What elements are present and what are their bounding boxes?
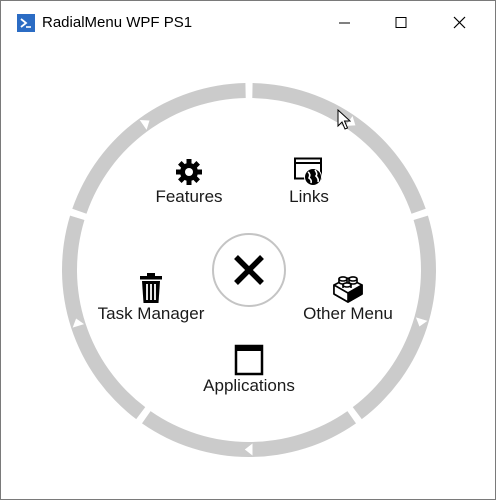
- minimize-button[interactable]: [321, 1, 367, 45]
- menu-item-applications[interactable]: Applications: [194, 344, 304, 396]
- menu-item-other-menu[interactable]: Other Menu: [293, 272, 403, 324]
- close-icon: [453, 16, 466, 29]
- menu-item-links[interactable]: Links: [269, 157, 349, 207]
- menu-item-features[interactable]: Features: [144, 157, 234, 207]
- web-globe-icon: [294, 157, 322, 186]
- maximize-icon: [395, 17, 407, 28]
- menu-item-label: Task Manager: [97, 304, 205, 323]
- close-button[interactable]: [437, 1, 483, 45]
- close-x-icon: [234, 255, 264, 285]
- close-menu-button[interactable]: [212, 233, 286, 307]
- radial-menu-area: Features Links Task Manager Other Menu A…: [1, 45, 495, 499]
- menu-item-task-manager[interactable]: Task Manager: [91, 272, 211, 324]
- window-title: RadialMenu WPF PS1: [42, 14, 193, 31]
- menu-item-label: Links: [289, 187, 329, 206]
- window-icon: [234, 344, 264, 376]
- minimize-icon: [339, 22, 350, 24]
- trash-icon: [140, 273, 162, 303]
- title-bar[interactable]: RadialMenu WPF PS1: [1, 1, 495, 45]
- mouse-pointer-icon: [337, 109, 351, 130]
- powershell-icon: [17, 14, 35, 32]
- gear-icon: [176, 159, 202, 185]
- app-window: RadialMenu WPF PS1 Features Links Task M…: [0, 0, 496, 500]
- lego-brick-icon: [333, 276, 363, 303]
- menu-item-label: Applications: [203, 376, 295, 395]
- menu-item-label: Features: [155, 187, 223, 206]
- menu-item-label: Other Menu: [303, 304, 393, 323]
- maximize-button[interactable]: [378, 1, 424, 45]
